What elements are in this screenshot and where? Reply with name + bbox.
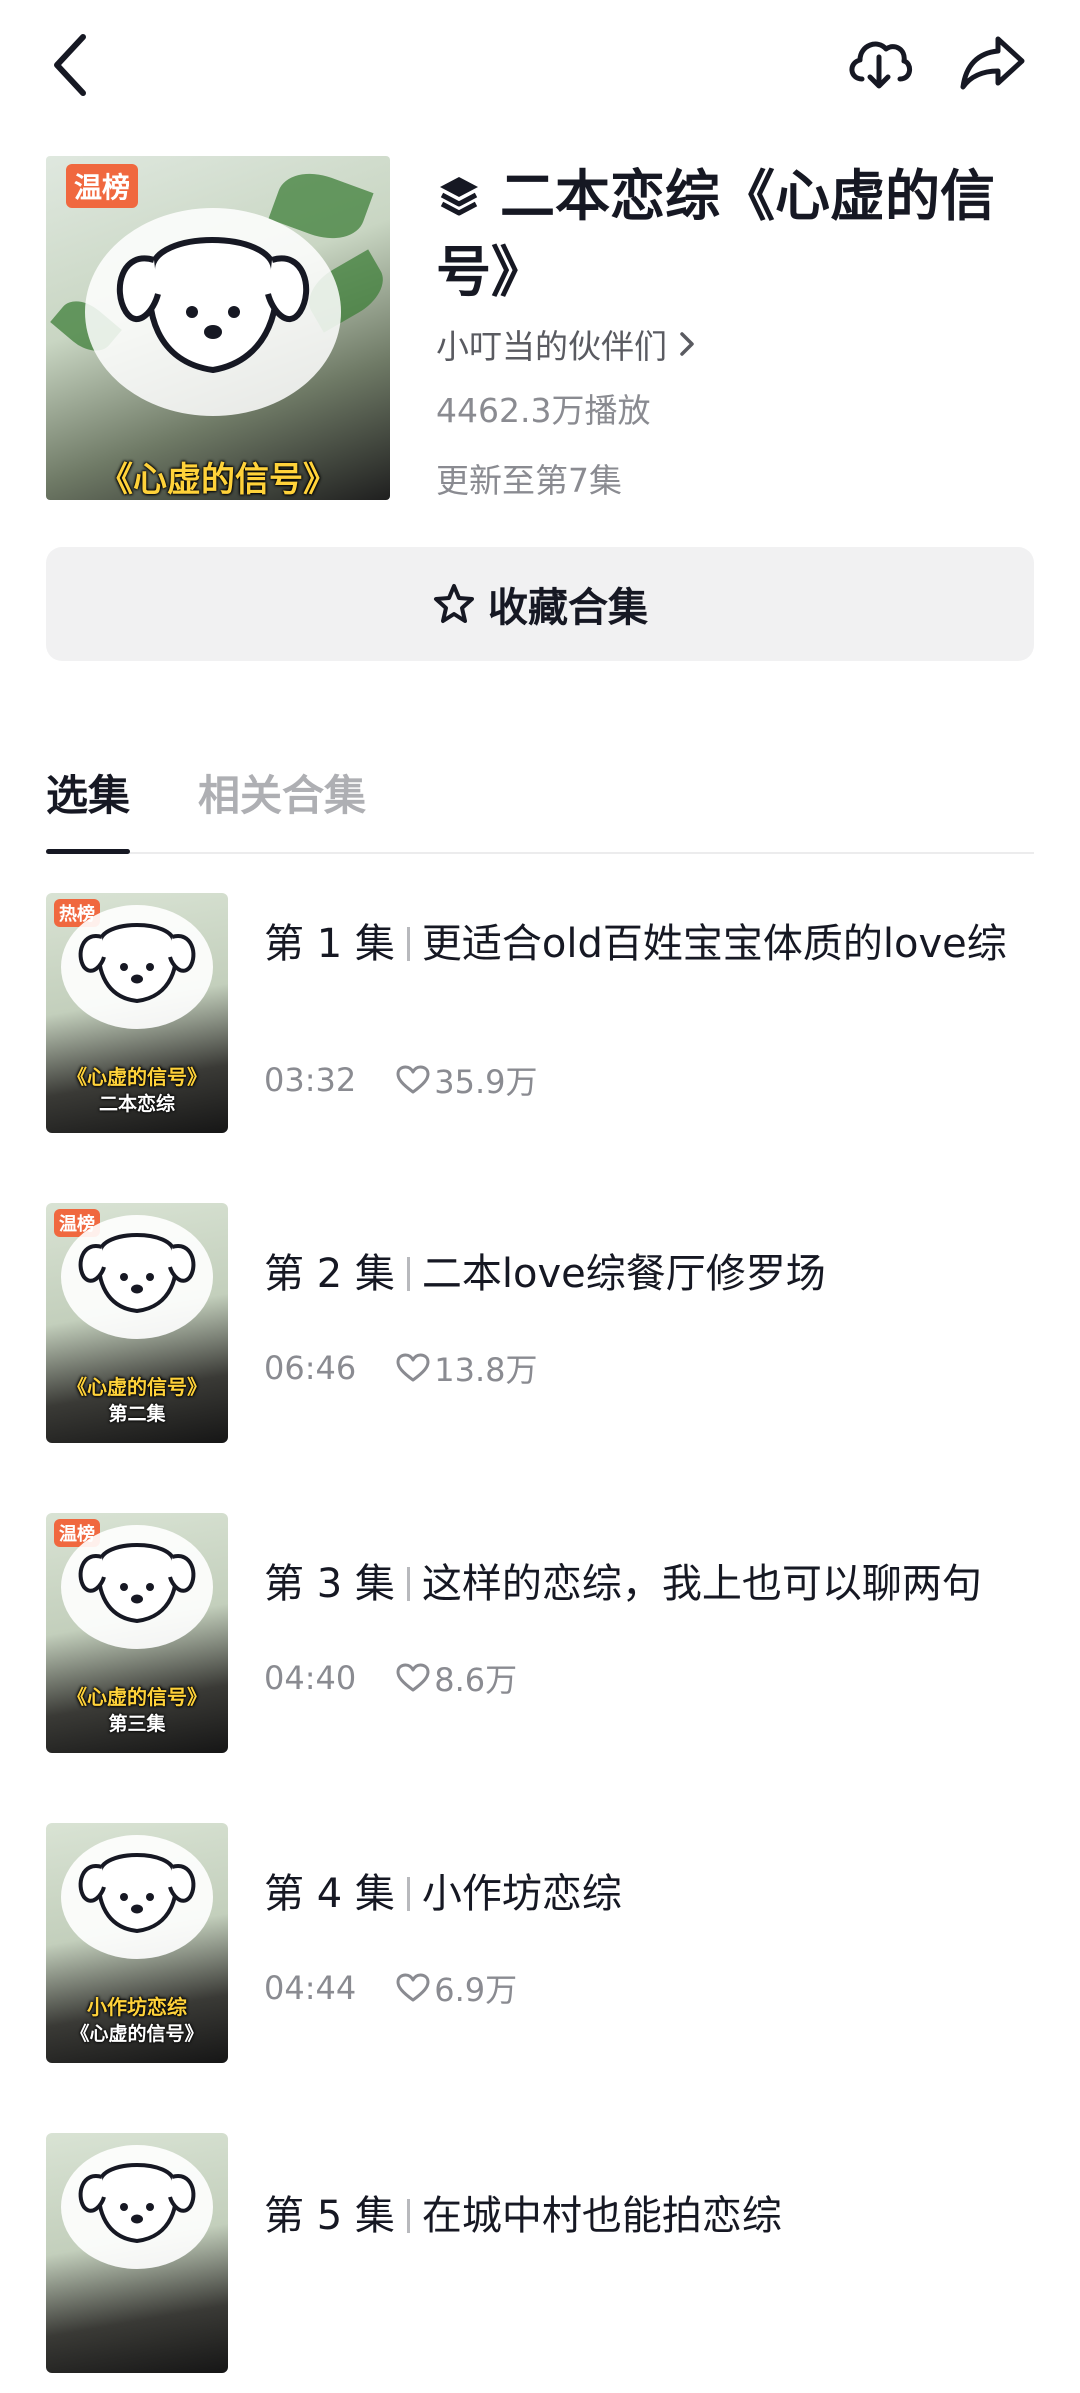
episode-likes: 13.8万 xyxy=(396,1345,537,1391)
episode-duration: 03:32 xyxy=(264,1061,357,1099)
heart-icon xyxy=(396,1663,430,1692)
dog-face-sticker xyxy=(85,208,341,416)
chevron-right-icon xyxy=(680,332,694,356)
episode-title-text: 在城中村也能拍恋综 xyxy=(421,2193,782,2239)
update-status: 更新至第7集 xyxy=(436,461,622,500)
tab-divider xyxy=(46,852,1034,854)
episode-title-text: 更适合old百姓宝宝体质的love综 xyxy=(421,921,1007,967)
play-count: 4462.3万播放 xyxy=(436,391,651,430)
episode-likes: 6.9万 xyxy=(396,1965,517,2011)
dog-face-sticker xyxy=(61,1525,213,1649)
episode-likes: 35.9万 xyxy=(396,1057,537,1103)
episode-item[interactable]: 温榜 《心虚的信号》 第二集 第 2 集二本love综餐厅修罗场 06:46 1… xyxy=(0,1203,1080,1463)
episode-number: 第 1 集 xyxy=(264,921,395,967)
collection-title-text: 二本恋综《心虚的信号》 xyxy=(436,164,996,304)
episode-thumbnail[interactable]: 温榜 《心虚的信号》 第二集 xyxy=(46,1203,228,1443)
episode-number: 第 4 集 xyxy=(264,1871,395,1917)
thumbnail-subcaption: 《心虚的信号》 xyxy=(70,2023,204,2045)
like-count: 13.8万 xyxy=(434,1351,538,1389)
share-button[interactable] xyxy=(948,18,1038,108)
dog-face-sticker xyxy=(61,2145,213,2269)
dog-face-sticker xyxy=(61,1835,213,1959)
download-button[interactable] xyxy=(834,18,924,108)
like-count: 35.9万 xyxy=(434,1063,538,1101)
star-icon xyxy=(434,584,474,623)
heart-icon xyxy=(396,1065,430,1094)
episode-title: 第 3 集这样的恋综，我上也可以聊两句 xyxy=(264,1557,1034,1611)
episode-title: 第 2 集二本love综餐厅修罗场 xyxy=(264,1247,1034,1301)
episode-duration: 04:40 xyxy=(264,1659,357,1697)
back-button[interactable] xyxy=(26,20,116,110)
thumbnail-subcaption: 第二集 xyxy=(108,1403,166,1425)
thumbnail-subcaption: 二本恋综 xyxy=(98,1093,175,1115)
heart-icon xyxy=(396,1973,430,2002)
collect-collection-button[interactable]: 收藏合集 xyxy=(46,547,1034,661)
episode-thumbnail[interactable]: 热榜 《心虚的信号》 二本恋综 xyxy=(46,893,228,1133)
title-separator xyxy=(406,1877,410,1911)
episode-title-text: 二本love综餐厅修罗场 xyxy=(421,1251,826,1297)
episode-meta: 03:32 35.9万 xyxy=(264,1057,537,1103)
episode-item[interactable]: 小作坊恋综 《心虚的信号》 第 4 集小作坊恋综 04:44 6.9万 xyxy=(0,1823,1080,2083)
thumbnail-caption: 小作坊恋综 xyxy=(87,1995,187,2019)
author-link[interactable]: 小叮当的伙伴们 xyxy=(436,320,695,368)
episode-title-text: 小作坊恋综 xyxy=(421,1871,622,1917)
title-separator xyxy=(406,1257,410,1291)
cloud-download-icon xyxy=(849,41,912,89)
share-icon xyxy=(960,36,1025,90)
tab-active-indicator xyxy=(46,849,130,854)
thumbnail-subcaption: 第三集 xyxy=(108,1713,166,1735)
episode-item[interactable]: 热榜 《心虚的信号》 二本恋综 第 1 集更适合old百姓宝宝体质的love综 … xyxy=(0,893,1080,1153)
episode-meta: 04:44 6.9万 xyxy=(264,1965,517,2011)
episode-title: 第 1 集更适合old百姓宝宝体质的love综 xyxy=(264,917,1034,971)
episode-number: 第 2 集 xyxy=(264,1251,395,1297)
episode-meta: 04:40 8.6万 xyxy=(264,1655,517,1701)
episode-thumbnail[interactable] xyxy=(46,2133,228,2373)
title-separator xyxy=(406,1567,410,1601)
episode-item[interactable]: 温榜 《心虚的信号》 第三集 第 3 集这样的恋综，我上也可以聊两句 04:40… xyxy=(0,1513,1080,1773)
cover-caption: 《心虚的信号》 xyxy=(99,460,337,500)
tab-related-collections[interactable]: 相关合集 xyxy=(198,762,366,823)
episode-likes: 8.6万 xyxy=(396,1655,517,1701)
episode-title-text: 这样的恋综，我上也可以聊两句 xyxy=(421,1561,982,1607)
episode-title: 第 5 集在城中村也能拍恋综 xyxy=(264,2189,1034,2243)
episode-duration: 04:44 xyxy=(264,1969,357,2007)
collection-cover[interactable]: 温榜 《心虚的信号》 xyxy=(46,156,390,500)
collection-title: 二本恋综《心虚的信号》 xyxy=(436,160,1036,308)
like-count: 8.6万 xyxy=(434,1661,518,1699)
collect-label: 收藏合集 xyxy=(488,585,648,631)
like-count: 6.9万 xyxy=(434,1971,518,2009)
episode-thumbnail[interactable]: 小作坊恋综 《心虚的信号》 xyxy=(46,1823,228,2063)
title-separator xyxy=(406,927,410,961)
episode-number: 第 3 集 xyxy=(264,1561,395,1607)
episode-title: 第 4 集小作坊恋综 xyxy=(264,1867,1034,1921)
heart-icon xyxy=(396,1353,430,1382)
back-arrow-icon xyxy=(54,34,86,96)
tab-episodes[interactable]: 选集 xyxy=(46,762,130,823)
episode-thumbnail[interactable]: 温榜 《心虚的信号》 第三集 xyxy=(46,1513,228,1753)
episode-meta: 06:46 13.8万 xyxy=(264,1345,537,1391)
episode-duration: 06:46 xyxy=(264,1349,357,1387)
title-separator xyxy=(406,2199,410,2233)
thumbnail-caption: 《心虚的信号》 xyxy=(67,1065,207,1089)
dog-face-sticker xyxy=(61,1215,213,1339)
stack-icon xyxy=(436,164,482,236)
dog-face-sticker xyxy=(61,905,213,1029)
episode-number: 第 5 集 xyxy=(264,2193,395,2239)
episode-item[interactable]: 第 5 集在城中村也能拍恋综 xyxy=(0,2133,1080,2393)
thumbnail-caption: 《心虚的信号》 xyxy=(67,1685,207,1709)
thumbnail-caption: 《心虚的信号》 xyxy=(67,1375,207,1399)
author-name: 小叮当的伙伴们 xyxy=(436,327,667,366)
